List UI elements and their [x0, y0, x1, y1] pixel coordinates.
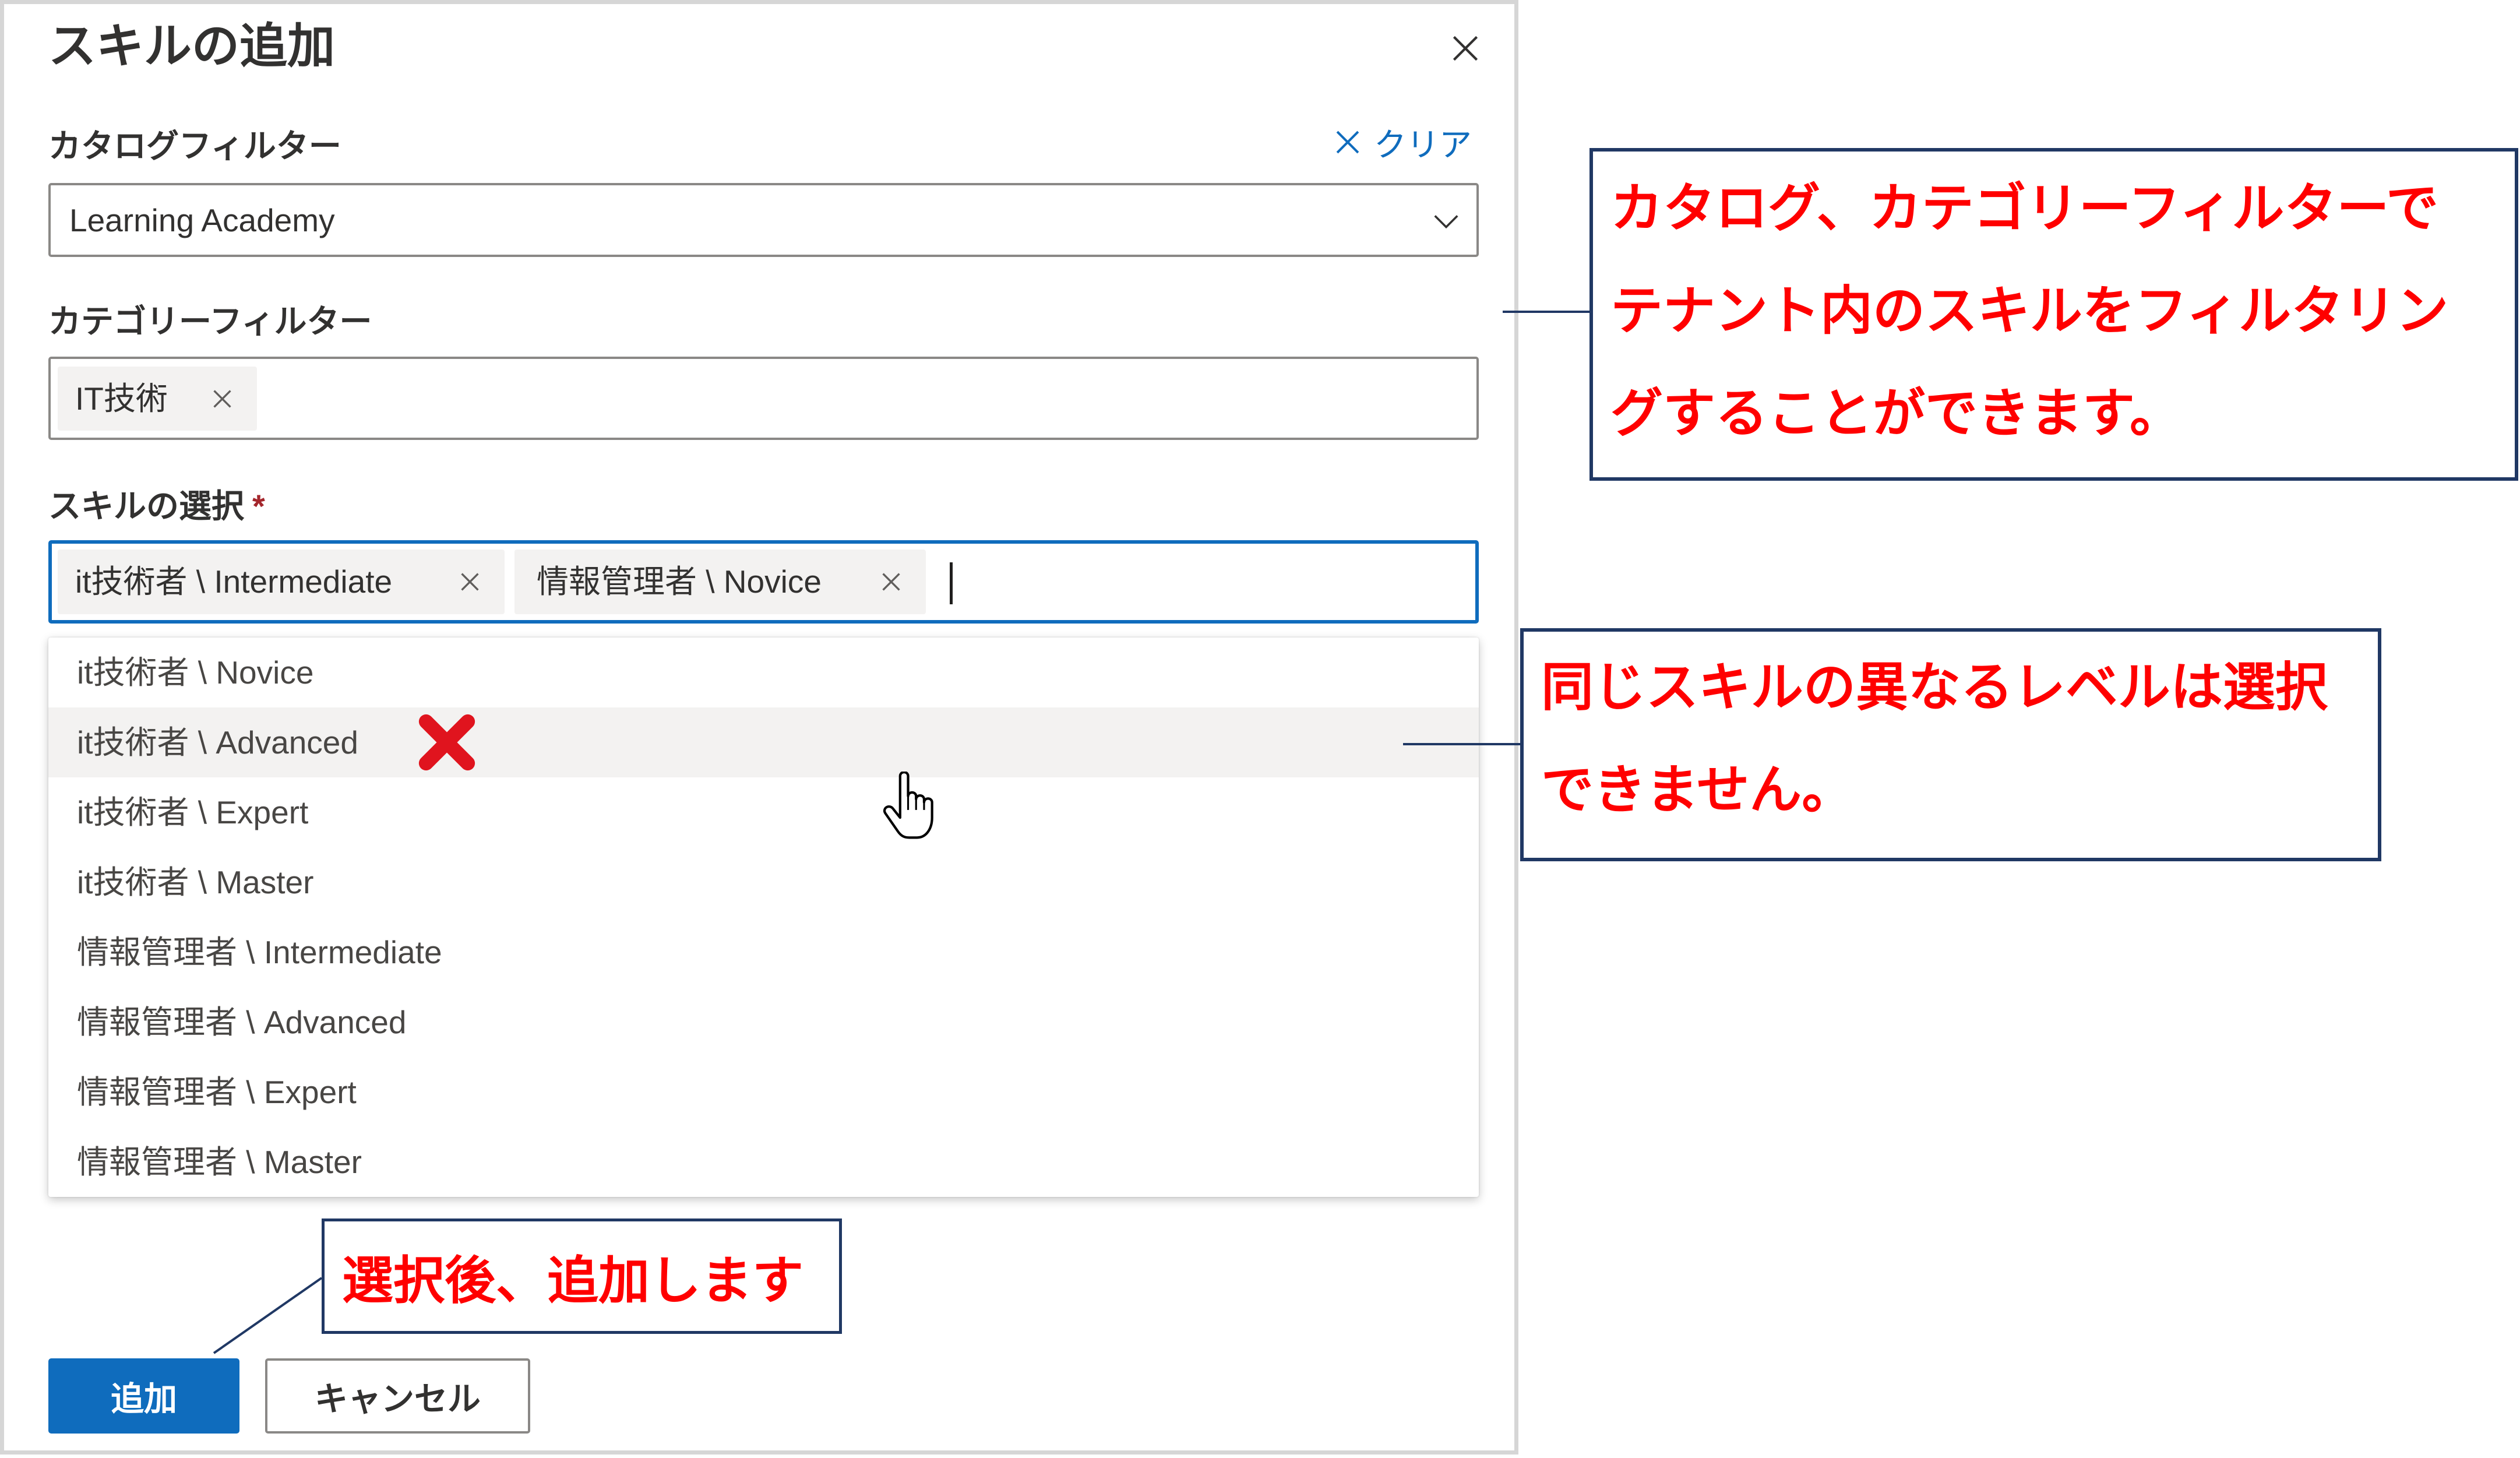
level-callout-line: できません。 [1541, 761, 1855, 819]
catalog-filter-value: Learning Academy [69, 202, 335, 238]
catalog-filter-select[interactable]: Learning Academy [48, 183, 1479, 257]
selected-skill-tag: it技術者 \ Intermediate [58, 550, 505, 614]
close-button[interactable] [1449, 32, 1482, 65]
add-button[interactable]: 追加 [48, 1358, 239, 1434]
selected-skill-label: it技術者 \ Intermediate [75, 564, 393, 600]
selected-skill-label: 情報管理者 \ Novice [537, 564, 822, 600]
skill-select-label: スキルの選択 * [48, 486, 265, 527]
skill-option[interactable]: 情報管理者 \ Expert [48, 1057, 1479, 1127]
skill-option[interactable]: it技術者 \ Novice [48, 638, 1479, 707]
category-filter-input[interactable]: IT技術 [48, 357, 1479, 440]
close-icon [461, 573, 479, 591]
chevron-down-icon [1434, 215, 1458, 229]
remove-skill-tag-button[interactable] [880, 570, 903, 593]
hand-pointer-icon [883, 772, 933, 839]
red-x-mark-icon [418, 714, 475, 771]
remove-category-tag-button[interactable] [211, 388, 234, 410]
selected-skill-tag: 情報管理者 \ Novice [514, 550, 926, 614]
level-callout-line: 同じスキルの異なるレベルは選択 [1541, 658, 2328, 717]
skill-option[interactable]: it技術者 \ Expert [48, 777, 1479, 847]
clear-filter-label: クリア [1374, 126, 1472, 163]
remove-skill-tag-button[interactable] [459, 570, 481, 593]
close-icon [213, 390, 231, 408]
dialog-title: スキルの追加 [48, 20, 336, 73]
cancel-button[interactable]: キャンセル [265, 1358, 530, 1434]
skill-option[interactable]: it技術者 \ Advanced [48, 707, 1479, 777]
skill-option[interactable]: 情報管理者 \ Advanced [48, 987, 1479, 1057]
required-marker: * [252, 488, 265, 524]
skill-option[interactable]: 情報管理者 \ Master [48, 1127, 1479, 1197]
skill-select-label-text: スキルの選択 [48, 488, 244, 524]
filter-callout-line: カタログ、カテゴリーフィルターで [1610, 179, 2439, 238]
category-tag: IT技術 [58, 367, 257, 431]
filter-callout-line: グすることができます。 [1610, 385, 2182, 443]
skill-select-input[interactable]: it技術者 \ Intermediate 情報管理者 \ Novice [48, 540, 1479, 624]
close-icon [882, 573, 900, 591]
screenshot-canvas: スキルの追加 カタログフィルター クリア Learning Academy カテ… [0, 0, 2520, 1458]
category-filter-label: カテゴリーフィルター [48, 303, 372, 340]
level-callout: 同じスキルの異なるレベルは選択 できません。 [1520, 628, 2381, 861]
close-icon [1453, 36, 1478, 61]
clear-filter-button[interactable]: クリア [1334, 124, 1472, 163]
skill-option[interactable]: 情報管理者 \ Intermediate [48, 917, 1479, 987]
x-icon [1336, 131, 1359, 154]
add-callout: 選択後、追加します [322, 1218, 842, 1334]
category-tag-label: IT技術 [75, 381, 168, 417]
filter-callout: カタログ、カテゴリーフィルターで テナント内のスキルをフィルタリン グすることが… [1589, 148, 2518, 481]
skill-options-list: it技術者 \ Novice it技術者 \ Advanced it技術者 \ … [48, 638, 1479, 1197]
catalog-filter-label: カタログフィルター [48, 128, 341, 164]
add-callout-text: 選択後、追加します [342, 1251, 804, 1309]
skill-option[interactable]: it技術者 \ Master [48, 847, 1479, 917]
filter-callout-line: テナント内のスキルをフィルタリン [1610, 282, 2449, 340]
text-caret [950, 562, 953, 604]
